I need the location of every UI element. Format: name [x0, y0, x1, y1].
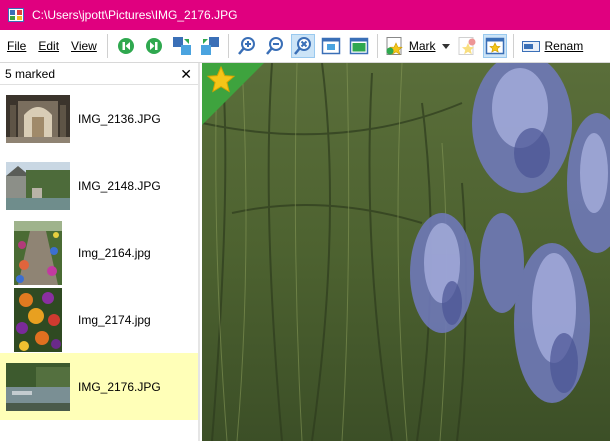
- rename-button[interactable]: Renam: [518, 34, 584, 58]
- thumbnail: [5, 160, 71, 212]
- move-forward-icon: [200, 37, 219, 55]
- mark-button[interactable]: Mark: [382, 34, 439, 58]
- zoom-out-icon: [265, 37, 283, 55]
- list-item[interactable]: Img_2174.jpg: [0, 286, 198, 353]
- unmark-button[interactable]: [455, 34, 479, 58]
- file-name: Img_2164.jpg: [78, 245, 151, 260]
- actual-size-icon: [321, 37, 341, 55]
- mark-dropdown-button[interactable]: [439, 34, 453, 58]
- full-screen-button[interactable]: [347, 34, 371, 58]
- star-icon: [206, 65, 236, 93]
- zoom-fit-button[interactable]: [290, 34, 315, 58]
- toolbar-separator: [106, 34, 108, 58]
- previous-icon: [117, 38, 134, 54]
- title-bar: C:\Users\jpott\Pictures\IMG_2176.JPG: [0, 0, 610, 30]
- marked-panel-star-icon: [485, 37, 504, 55]
- thumbnail: [5, 361, 71, 413]
- thumbnail: [5, 93, 71, 145]
- list-item-selected[interactable]: IMG_2176.JPG: [0, 353, 198, 420]
- chevron-down-icon: [441, 43, 450, 49]
- list-item[interactable]: Img_2164.jpg: [0, 219, 198, 286]
- move-forward-button[interactable]: [198, 34, 222, 58]
- zoom-in-button[interactable]: [235, 34, 259, 58]
- toolbar-separator: [512, 34, 514, 58]
- close-icon[interactable]: ✕: [180, 67, 192, 81]
- thumbnail: [5, 220, 71, 285]
- toolbar-separator: [376, 34, 378, 58]
- marked-files-panel: 5 marked ✕ IMG_2136.JPG IMG_2148.JPG Img…: [0, 63, 200, 441]
- rename-icon: [521, 41, 540, 52]
- move-back-button[interactable]: [170, 34, 194, 58]
- previous-button[interactable]: [114, 34, 138, 58]
- unmark-star-icon: [458, 37, 475, 55]
- file-name: IMG_2176.JPG: [78, 379, 161, 394]
- toolbar-separator: [227, 34, 229, 58]
- full-screen-icon: [349, 37, 369, 55]
- next-button[interactable]: [142, 34, 166, 58]
- file-name: Img_2174.jpg: [78, 312, 151, 327]
- window-title: C:\Users\jpott\Pictures\IMG_2176.JPG: [32, 8, 238, 22]
- file-name: IMG_2136.JPG: [78, 111, 161, 126]
- marked-panel-header: 5 marked ✕: [0, 63, 198, 85]
- menu-toolbar: File Edit View Mark Renam: [0, 30, 610, 63]
- mark-star-icon: [386, 37, 403, 55]
- file-name: IMG_2148.JPG: [78, 178, 161, 193]
- move-back-icon: [172, 37, 191, 55]
- zoom-in-icon: [237, 37, 255, 55]
- list-item[interactable]: IMG_2136.JPG: [0, 85, 198, 152]
- marked-panel-toggle-button[interactable]: [482, 34, 507, 58]
- app-icon: [8, 8, 24, 22]
- menu-edit[interactable]: Edit: [32, 30, 65, 63]
- marked-count: 5 marked: [5, 66, 56, 81]
- zoom-out-button[interactable]: [263, 34, 287, 58]
- actual-size-button[interactable]: [319, 34, 343, 58]
- menu-view[interactable]: View: [65, 30, 103, 63]
- thumbnail: [5, 287, 71, 352]
- rename-label: Renam: [544, 39, 584, 53]
- next-icon: [145, 38, 162, 54]
- zoom-fit-icon: [293, 37, 311, 55]
- menu-file[interactable]: File: [0, 30, 32, 63]
- mark-label: Mark: [408, 39, 436, 53]
- image-viewer[interactable]: [202, 63, 610, 441]
- list-item[interactable]: IMG_2148.JPG: [0, 152, 198, 219]
